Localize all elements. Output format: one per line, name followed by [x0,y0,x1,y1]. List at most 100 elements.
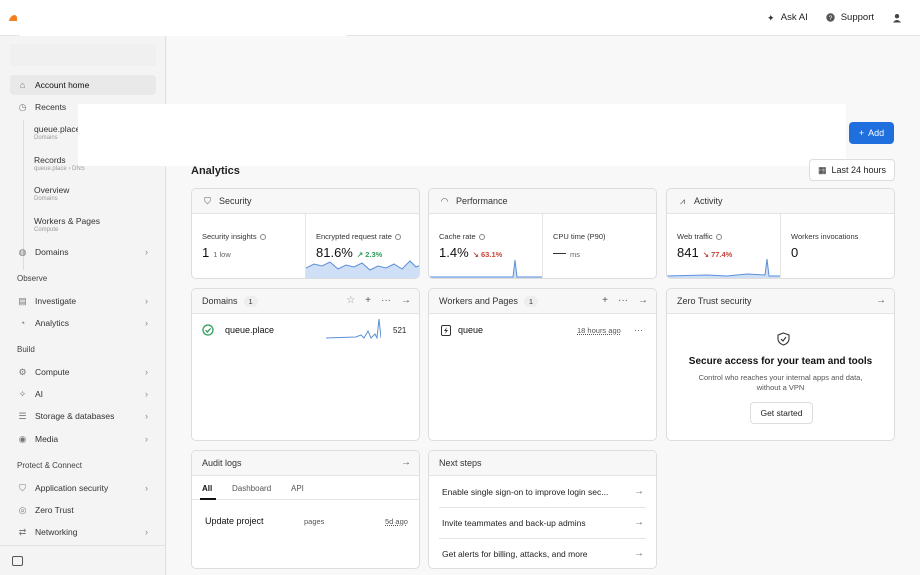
sidebar-section-build: Build [17,345,35,354]
domains-card: Domains 1 ☆ + ··· → queue.place 521 [191,288,420,441]
web-traffic-sparkline [667,258,780,278]
time-range-selector[interactable]: ▦ Last 24 hours [809,159,895,181]
globe-icon: ◍ [18,246,27,257]
audit-time: 5d ago [385,516,408,526]
recent-item[interactable]: Overview Domains [34,185,69,202]
recent-item-title: Overview [34,185,70,195]
worker-updated-time: 18 hours ago [577,325,621,335]
plus-icon[interactable]: + [602,295,608,306]
more-icon[interactable]: ··· [381,295,391,306]
metric-subtext: 1 low [213,250,231,259]
recent-item-title: queue.place [34,124,81,134]
card-actions: → [401,457,411,468]
next-step-item[interactable]: Get alerts for billing, attacks, and mor… [429,538,656,568]
cpu-time-metric[interactable]: CPU time (P90) — ms [543,214,656,278]
sidebar-item-label: Recents [35,102,67,112]
worker-name: queue [458,325,484,335]
user-menu-button[interactable] [892,13,902,23]
arrow-right-icon[interactable]: → [401,457,411,468]
arrow-right-icon[interactable]: → [638,295,648,306]
chevron-right-icon: › [145,296,148,306]
recent-item[interactable]: Workers & Pages Compute [34,216,100,233]
sidebar-item-zero-trust[interactable]: ◎ Zero Trust [10,500,156,520]
tab-all[interactable]: All [202,484,212,493]
zero-trust-card: Zero Trust security → Secure access for … [666,288,895,441]
metric-label: Web traffic [677,232,722,241]
sidebar-item-label: Domains [35,247,69,257]
arrow-right-icon[interactable]: → [876,295,886,306]
chevron-right-icon: › [145,411,148,421]
worker-icon [441,324,451,336]
security-card-header: ⛉ Security [192,189,419,214]
performance-card: ◠ Performance Cache rate 1.4% ↘ 63.1% CPU… [428,188,657,279]
card-title: Security [219,196,252,206]
add-button[interactable]: + Add [849,122,894,144]
sidebar-item-analytics[interactable]: ◔ Analytics › [10,313,156,333]
time-range-label: Last 24 hours [831,165,887,175]
next-step-label: Enable single sign-on to improve login s… [442,486,609,497]
plus-icon[interactable]: + [365,295,371,306]
workers-invocations-metric[interactable]: Workers invocations 0 [781,214,894,278]
collapse-sidebar-icon[interactable] [12,556,23,566]
sidebar-item-media[interactable]: ◉ Media › [10,429,156,449]
card-actions: + ··· → [602,295,648,306]
sidebar-item-investigate[interactable]: ▤ Investigate › [10,291,156,311]
shield-check-icon [777,332,790,346]
more-icon[interactable]: ··· [634,325,643,335]
card-title: Audit logs [202,458,242,468]
arrow-right-icon: → [634,517,644,528]
metric-label: Security insights [202,232,266,241]
info-icon [394,234,401,241]
sidebar-item-networking[interactable]: ⇄ Networking › [10,522,156,542]
redacted-area [20,0,346,36]
plus-icon: + [858,128,865,138]
svg-text:?: ? [829,15,833,22]
ask-ai-button[interactable]: ✦ Ask AI [766,12,808,23]
sidebar-item-compute[interactable]: ⚙ Compute › [10,362,156,382]
worker-row[interactable]: queue 18 hours ago ··· [429,321,656,339]
gauge-icon: ◠ [440,195,449,206]
audit-log-entry[interactable]: Update project pages 5d ago [192,514,419,528]
support-button[interactable]: ? Support [826,12,874,23]
sidebar-section-observe: Observe [17,274,48,283]
sidebar-item-label: Compute [35,367,70,377]
media-icon: ◉ [18,433,27,444]
sidebar-item-label: Zero Trust [35,505,74,515]
sidebar-item-ai[interactable]: ✧ AI › [10,384,156,404]
zero-trust-description-line2: without a VPN [756,383,805,392]
metric-value-text: 1 [202,245,210,260]
domain-row[interactable]: queue.place 521 [192,318,419,339]
star-icon[interactable]: ☆ [346,295,355,306]
metric-label: Encrypted request rate [316,232,401,241]
zero-trust-heading: Secure access for your team and tools [688,356,873,367]
tab-dashboard[interactable]: Dashboard [232,484,271,493]
workers-card: Workers and Pages 1 + ··· → queue 18 hou… [428,288,657,441]
chevron-right-icon: › [145,483,148,493]
sidebar-item-domains[interactable]: ◍ Domains › [10,242,156,262]
more-icon[interactable]: ··· [618,295,628,306]
encrypted-rate-metric[interactable]: Encrypted request rate 81.6% ↗ 2.3% [306,214,419,278]
sidebar-item-app-security[interactable]: ⛉ Application security › [10,478,156,498]
domain-requests: 521 [393,325,407,335]
next-step-item[interactable]: Enable single sign-on to improve login s… [429,476,656,507]
activity-card: ⩘ Activity Web traffic 841 ↘ 77.4% Worker… [666,188,895,279]
info-icon [259,234,266,241]
metric-label: Workers invocations [791,232,859,241]
recent-item[interactable]: queue.place Domains [34,124,80,141]
cache-rate-metric[interactable]: Cache rate 1.4% ↘ 63.1% [429,214,542,278]
chevron-right-icon: › [145,367,148,377]
web-traffic-metric[interactable]: Web traffic 841 ↘ 77.4% [667,214,780,278]
card-actions: ☆ + ··· → [346,295,411,306]
home-icon: ⌂ [19,80,26,90]
sidebar-item-label: Account home [35,80,90,90]
get-started-button[interactable]: Get started [750,402,813,424]
tab-api[interactable]: API [291,484,304,493]
sidebar-item-account-home[interactable]: ⌂ Account home [10,75,156,95]
security-insights-metric[interactable]: Security insights 11 low [192,214,305,278]
sidebar-item-storage[interactable]: ☰ Storage & databases › [10,406,156,426]
cloudflare-logo[interactable] [8,13,18,22]
metric-label-text: Security insights [202,232,257,241]
next-step-item[interactable]: Invite teammates and back-up admins → [429,507,656,538]
redacted-area [78,104,846,166]
arrow-right-icon[interactable]: → [401,295,411,306]
